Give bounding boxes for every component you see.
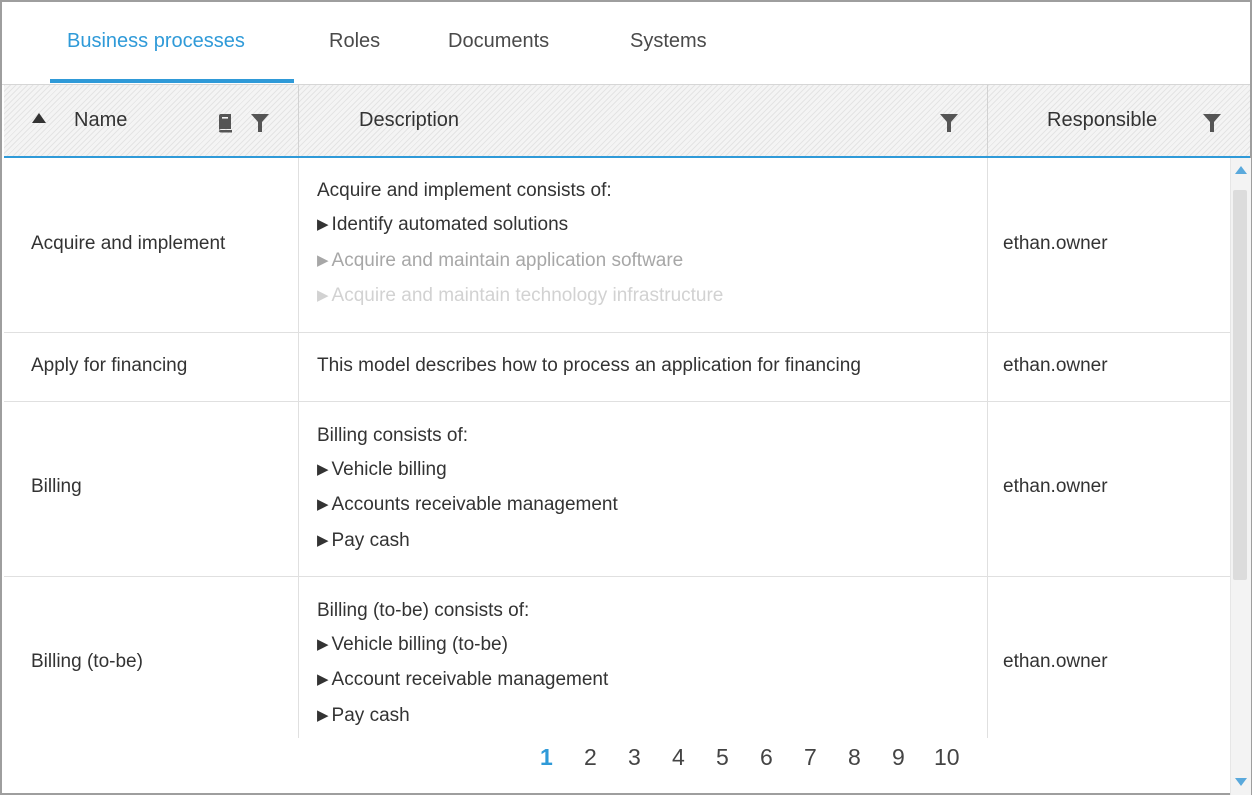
description-intro: Acquire and implement consists of: xyxy=(317,180,612,201)
process-name[interactable]: Acquire and implement xyxy=(31,233,225,255)
description-item[interactable]: ▶ Account receivable management xyxy=(317,669,608,691)
responsible-cell: ethan.owner xyxy=(988,332,1230,401)
scroll-up-arrow-icon[interactable] xyxy=(1235,166,1247,174)
page-link-9[interactable]: 9 xyxy=(892,744,905,771)
bullet-triangle-icon: ▶ xyxy=(317,496,329,513)
page-link-6[interactable]: 6 xyxy=(760,744,773,771)
responsible-user[interactable]: ethan.owner xyxy=(1003,355,1108,377)
page-link-7[interactable]: 7 xyxy=(804,744,817,771)
description-item[interactable]: ▶ Acquire and maintain application softwa… xyxy=(317,250,683,272)
name-cell: Billing xyxy=(4,401,298,576)
bullet-triangle-icon: ▶ xyxy=(317,287,329,304)
column-header-name[interactable]: Name xyxy=(4,85,298,156)
filter-icon[interactable] xyxy=(939,113,959,133)
bullet-triangle-icon: ▶ xyxy=(317,216,329,233)
bullet-triangle-icon: ▶ xyxy=(317,532,329,549)
description-intro: Billing (to-be) consists of: xyxy=(317,600,530,621)
active-tab-indicator xyxy=(50,79,294,83)
description-item[interactable]: ▶ Vehicle billing xyxy=(317,459,447,481)
description-intro: Billing consists of: xyxy=(317,425,469,446)
bullet-triangle-icon: ▶ xyxy=(317,707,329,724)
responsible-user[interactable]: ethan.owner xyxy=(1003,476,1108,498)
column-header-description[interactable]: Description xyxy=(299,85,987,156)
tab-systems[interactable]: Systems xyxy=(630,30,707,53)
description-cell: This model describes how to process an a… xyxy=(299,332,987,401)
table-row[interactable]: Acquire and implement Acquire and implem… xyxy=(4,158,1230,333)
responsible-user[interactable]: ethan.owner xyxy=(1003,651,1108,673)
page-link-4[interactable]: 4 xyxy=(672,744,685,771)
column-responsible-label: Responsible xyxy=(1047,109,1158,131)
description-item[interactable]: ▶ Accounts receivable management xyxy=(317,494,618,516)
book-icon[interactable] xyxy=(217,113,235,133)
scrollbar-thumb[interactable] xyxy=(1233,190,1247,580)
table-row[interactable]: Billing Billing consists of: ▶ Vehicle bi… xyxy=(4,401,1230,577)
description-cell: Billing consists of: ▶ Vehicle billing ▶ A… xyxy=(299,401,987,576)
process-name[interactable]: Apply for financing xyxy=(31,355,187,377)
responsible-cell: ethan.owner xyxy=(988,158,1230,332)
column-name-label: Name xyxy=(74,109,128,131)
table-body: Acquire and implement Acquire and implem… xyxy=(4,158,1230,738)
bullet-triangle-icon: ▶ xyxy=(317,461,329,478)
page-link-2[interactable]: 2 xyxy=(584,744,597,771)
filter-icon[interactable] xyxy=(250,113,270,133)
tab-documents[interactable]: Documents xyxy=(448,30,549,53)
page-link-1[interactable]: 1 xyxy=(540,744,553,771)
description-item[interactable]: ▶ Pay cash xyxy=(317,705,410,727)
process-name[interactable]: Billing (to-be) xyxy=(31,651,143,673)
responsible-cell: ethan.owner xyxy=(988,576,1230,738)
description-item[interactable]: ▶ Vehicle billing (to-be) xyxy=(317,634,508,656)
page-link-5[interactable]: 5 xyxy=(716,744,729,771)
bullet-triangle-icon: ▶ xyxy=(317,636,329,653)
responsible-cell: ethan.owner xyxy=(988,401,1230,576)
process-name[interactable]: Billing xyxy=(31,476,82,498)
description-cell: Acquire and implement consists of: ▶ Iden… xyxy=(299,158,987,332)
tab-business-processes[interactable]: Business processes xyxy=(67,30,245,53)
column-description-label: Description xyxy=(359,109,460,131)
description-text: This model describes how to process an a… xyxy=(317,355,861,376)
vertical-scrollbar[interactable] xyxy=(1230,158,1251,795)
business-objects-panel: Business processes Roles Documents Syste… xyxy=(0,0,1252,795)
table-header: Name Description Responsible xyxy=(4,85,1250,158)
page-link-8[interactable]: 8 xyxy=(848,744,861,771)
name-cell: Billing (to-be) xyxy=(4,576,298,738)
description-item[interactable]: ▶ Acquire and maintain technology infrast… xyxy=(317,285,723,307)
sort-ascending-icon[interactable] xyxy=(32,113,46,123)
description-cell: Billing (to-be) consists of: ▶ Vehicle bi… xyxy=(299,576,987,738)
tab-bar: Business processes Roles Documents Syste… xyxy=(2,2,1250,85)
description-item[interactable]: ▶ Pay cash xyxy=(317,530,410,552)
scroll-down-arrow-icon[interactable] xyxy=(1235,778,1247,786)
page-link-10[interactable]: 10 xyxy=(934,744,960,771)
bullet-triangle-icon: ▶ xyxy=(317,671,329,688)
table-row[interactable]: Billing (to-be) Billing (to-be) consists… xyxy=(4,576,1230,738)
responsible-user[interactable]: ethan.owner xyxy=(1003,233,1108,255)
description-item[interactable]: ▶ Identify automated solutions xyxy=(317,214,568,236)
column-header-responsible[interactable]: Responsible xyxy=(988,85,1250,156)
name-cell: Acquire and implement xyxy=(4,158,298,332)
name-cell: Apply for financing xyxy=(4,332,298,401)
table-row[interactable]: Apply for financing This model describes… xyxy=(4,332,1230,402)
page-link-3[interactable]: 3 xyxy=(628,744,641,771)
tab-roles[interactable]: Roles xyxy=(329,30,380,53)
bullet-triangle-icon: ▶ xyxy=(317,252,329,269)
filter-icon[interactable] xyxy=(1202,113,1222,133)
